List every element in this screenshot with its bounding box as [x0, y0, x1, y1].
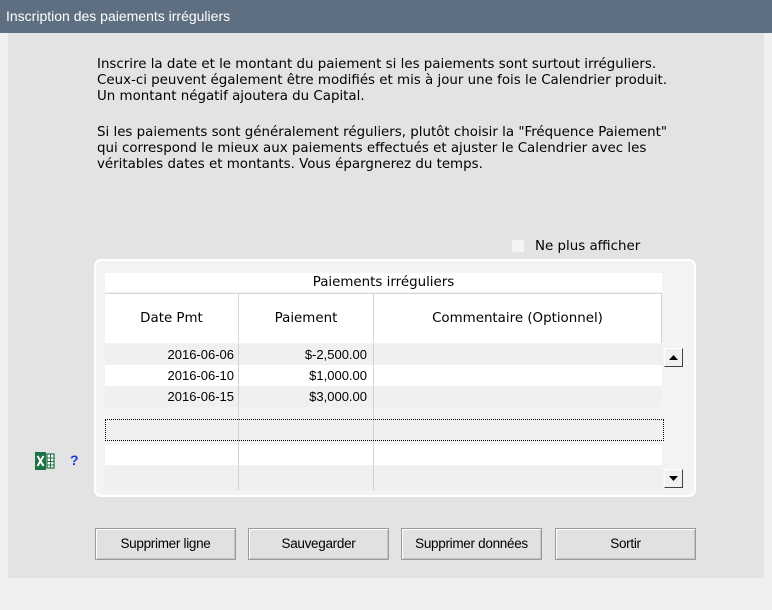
comment-cell[interactable] [374, 365, 658, 386]
amount-cell[interactable] [239, 444, 367, 465]
delete-data-button[interactable]: Supprimer données [401, 528, 542, 560]
table-row[interactable] [105, 466, 662, 490]
amount-cell[interactable]: $1,000.00 [239, 365, 367, 386]
focused-new-row-outline [105, 419, 664, 441]
table-row[interactable]: 2016-06-06 $-2,500.00 [105, 344, 662, 365]
dont-show-again-label: Ne plus afficher [535, 238, 641, 254]
instructions-paragraph-1: Inscrire la date et le montant du paieme… [97, 57, 668, 104]
comment-cell[interactable] [374, 344, 658, 365]
table-row[interactable]: 2016-06-10 $1,000.00 [105, 365, 662, 386]
comment-cell[interactable] [374, 444, 658, 465]
comment-cell[interactable] [374, 466, 658, 487]
exit-button[interactable]: Sortir [555, 528, 696, 560]
column-divider [373, 344, 374, 490]
grid-caption: Paiements irréguliers [105, 273, 662, 292]
amount-cell[interactable]: $3,000.00 [239, 386, 367, 407]
delete-row-button[interactable]: Supprimer ligne [95, 528, 236, 560]
scroll-down-button[interactable] [664, 469, 683, 488]
column-header-comment[interactable]: Commentaire (Optionnel) [374, 293, 662, 343]
date-cell[interactable]: 2016-06-10 [105, 365, 235, 386]
save-button[interactable]: Sauvegarder [248, 528, 389, 560]
window-title: Inscription des paiements irréguliers [0, 0, 772, 33]
comment-cell[interactable] [374, 386, 658, 407]
table-row[interactable] [105, 444, 662, 465]
scroll-up-button[interactable] [664, 348, 683, 367]
date-cell[interactable]: 2016-06-06 [105, 344, 235, 365]
amount-cell[interactable]: $-2,500.00 [239, 344, 367, 365]
scroll-up-arrow-icon [669, 355, 678, 360]
column-divider [238, 344, 239, 490]
column-header-date[interactable]: Date Pmt [105, 293, 239, 343]
dialog-bottom-strip [0, 578, 772, 610]
date-cell[interactable] [105, 444, 234, 465]
help-icon[interactable]: ? [70, 452, 79, 468]
date-cell[interactable] [105, 466, 234, 487]
dont-show-again-checkbox[interactable] [511, 239, 525, 253]
table-row[interactable]: 2016-06-15 $3,000.00 [105, 386, 662, 407]
amount-cell[interactable] [239, 466, 367, 487]
scroll-down-arrow-icon [669, 476, 678, 481]
instructions-paragraph-2: Si les paiements sont généralement régul… [97, 125, 668, 172]
dont-show-again-option[interactable]: Ne plus afficher [511, 237, 640, 255]
date-cell[interactable]: 2016-06-15 [105, 386, 235, 407]
excel-icon[interactable] [35, 452, 55, 470]
column-header-amount[interactable]: Paiement [239, 293, 374, 343]
